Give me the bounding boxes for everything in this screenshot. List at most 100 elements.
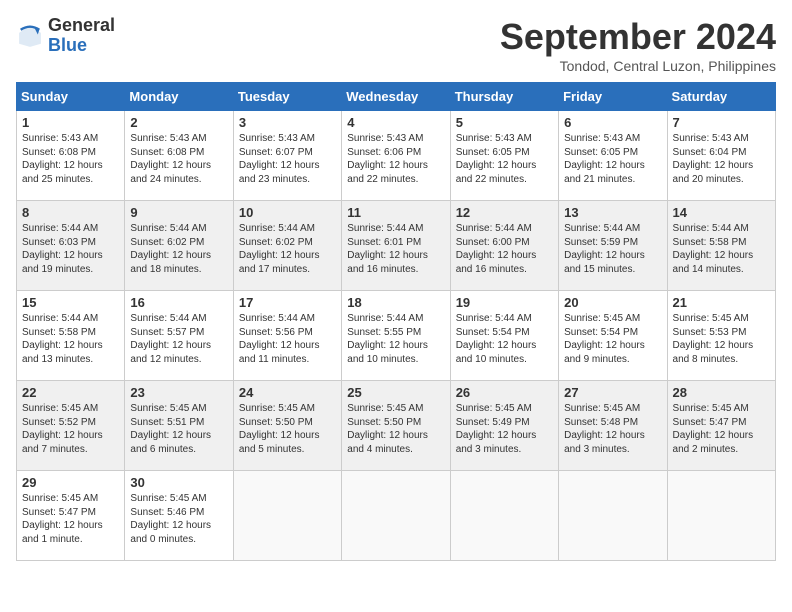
calendar-cell: 14Sunrise: 5:44 AM Sunset: 5:58 PM Dayli… xyxy=(667,201,775,291)
calendar-cell: 6Sunrise: 5:43 AM Sunset: 6:05 PM Daylig… xyxy=(559,111,667,201)
day-info: Sunrise: 5:44 AM Sunset: 5:56 PM Dayligh… xyxy=(239,312,336,366)
day-number: 24 xyxy=(239,385,336,400)
calendar-cell: 24 Sunrise: 5:45 AM Sunset: 5:50 PM Dayli… xyxy=(233,381,341,471)
day-number: 18 xyxy=(347,295,444,310)
day-info: Sunrise: 5:45 AM Sunset: 5:52 PM Dayligh… xyxy=(22,402,119,456)
day-info: Sunrise: 5:44 AM Sunset: 5:57 PM Dayligh… xyxy=(130,312,227,366)
calendar-header: Sunday Monday Tuesday Wednesday Thursday… xyxy=(17,83,776,111)
day-number: 29 xyxy=(22,475,119,490)
day-number: 19 xyxy=(456,295,553,310)
day-info: Sunrise: 5:45 AM Sunset: 5:47 PM Dayligh… xyxy=(673,402,770,456)
day-info: Sunrise: 5:45 AM Sunset: 5:46 PM Dayligh… xyxy=(130,492,227,546)
calendar-cell: 15Sunrise: 5:44 AM Sunset: 5:58 PM Dayli… xyxy=(17,291,125,381)
day-number: 15 xyxy=(22,295,119,310)
day-number: 30 xyxy=(130,475,227,490)
logo: General Blue xyxy=(16,16,115,56)
calendar-row: 22 Sunrise: 5:45 AM Sunset: 5:52 PM Dayli… xyxy=(17,381,776,471)
day-info: Sunrise: 5:45 AM Sunset: 5:54 PM Dayligh… xyxy=(564,312,661,366)
calendar-cell: 8 Sunrise: 5:44 AM Sunset: 6:03 PM Daylig… xyxy=(17,201,125,291)
calendar-cell: 22 Sunrise: 5:45 AM Sunset: 5:52 PM Dayli… xyxy=(17,381,125,471)
title-block: September 2024 Tondod, Central Luzon, Ph… xyxy=(500,16,776,74)
day-number: 5 xyxy=(456,115,553,130)
day-number: 21 xyxy=(673,295,770,310)
day-info: Sunrise: 5:43 AM Sunset: 6:05 PM Dayligh… xyxy=(564,132,661,186)
day-info: Sunrise: 5:43 AM Sunset: 6:04 PM Dayligh… xyxy=(673,132,770,186)
calendar-cell: 16 Sunrise: 5:44 AM Sunset: 5:57 PM Dayli… xyxy=(125,291,233,381)
day-number: 7 xyxy=(673,115,770,130)
calendar-body: 1Sunrise: 5:43 AM Sunset: 6:08 PM Daylig… xyxy=(17,111,776,561)
day-number: 2 xyxy=(130,115,227,130)
day-info: Sunrise: 5:45 AM Sunset: 5:53 PM Dayligh… xyxy=(673,312,770,366)
day-info: Sunrise: 5:45 AM Sunset: 5:47 PM Dayligh… xyxy=(22,492,119,546)
month-title: September 2024 xyxy=(500,16,776,58)
calendar-cell xyxy=(233,471,341,561)
calendar-row: 8 Sunrise: 5:44 AM Sunset: 6:03 PM Daylig… xyxy=(17,201,776,291)
day-number: 23 xyxy=(130,385,227,400)
day-info: Sunrise: 5:45 AM Sunset: 5:50 PM Dayligh… xyxy=(347,402,444,456)
calendar-row: 1Sunrise: 5:43 AM Sunset: 6:08 PM Daylig… xyxy=(17,111,776,201)
day-number: 25 xyxy=(347,385,444,400)
day-info: Sunrise: 5:43 AM Sunset: 6:08 PM Dayligh… xyxy=(130,132,227,186)
day-number: 20 xyxy=(564,295,661,310)
day-number: 22 xyxy=(22,385,119,400)
header-friday: Friday xyxy=(559,83,667,111)
calendar-cell xyxy=(450,471,558,561)
day-info: Sunrise: 5:43 AM Sunset: 6:06 PM Dayligh… xyxy=(347,132,444,186)
calendar-cell: 26 Sunrise: 5:45 AM Sunset: 5:49 PM Dayli… xyxy=(450,381,558,471)
calendar-cell: 7 Sunrise: 5:43 AM Sunset: 6:04 PM Daylig… xyxy=(667,111,775,201)
location: Tondod, Central Luzon, Philippines xyxy=(500,58,776,74)
day-info: Sunrise: 5:45 AM Sunset: 5:51 PM Dayligh… xyxy=(130,402,227,456)
calendar-cell xyxy=(667,471,775,561)
calendar-cell: 4Sunrise: 5:43 AM Sunset: 6:06 PM Daylig… xyxy=(342,111,450,201)
calendar-cell: 3 Sunrise: 5:43 AM Sunset: 6:07 PM Daylig… xyxy=(233,111,341,201)
logo-text: General Blue xyxy=(48,16,115,56)
day-info: Sunrise: 5:45 AM Sunset: 5:49 PM Dayligh… xyxy=(456,402,553,456)
day-info: Sunrise: 5:44 AM Sunset: 6:00 PM Dayligh… xyxy=(456,222,553,276)
day-info: Sunrise: 5:44 AM Sunset: 5:59 PM Dayligh… xyxy=(564,222,661,276)
day-info: Sunrise: 5:44 AM Sunset: 6:02 PM Dayligh… xyxy=(130,222,227,276)
day-number: 27 xyxy=(564,385,661,400)
day-number: 9 xyxy=(130,205,227,220)
calendar-cell: 1Sunrise: 5:43 AM Sunset: 6:08 PM Daylig… xyxy=(17,111,125,201)
day-number: 16 xyxy=(130,295,227,310)
calendar-cell: 28 Sunrise: 5:45 AM Sunset: 5:47 PM Dayli… xyxy=(667,381,775,471)
calendar-row: 29 Sunrise: 5:45 AM Sunset: 5:47 PM Dayli… xyxy=(17,471,776,561)
day-info: Sunrise: 5:44 AM Sunset: 5:55 PM Dayligh… xyxy=(347,312,444,366)
header-saturday: Saturday xyxy=(667,83,775,111)
day-info: Sunrise: 5:44 AM Sunset: 6:01 PM Dayligh… xyxy=(347,222,444,276)
calendar-cell: 30 Sunrise: 5:45 AM Sunset: 5:46 PM Dayli… xyxy=(125,471,233,561)
header-wednesday: Wednesday xyxy=(342,83,450,111)
calendar-cell: 12Sunrise: 5:44 AM Sunset: 6:00 PM Dayli… xyxy=(450,201,558,291)
day-info: Sunrise: 5:43 AM Sunset: 6:08 PM Dayligh… xyxy=(22,132,119,186)
calendar-table: Sunday Monday Tuesday Wednesday Thursday… xyxy=(16,82,776,561)
calendar-cell: 10 Sunrise: 5:44 AM Sunset: 6:02 PM Dayli… xyxy=(233,201,341,291)
day-info: Sunrise: 5:43 AM Sunset: 6:07 PM Dayligh… xyxy=(239,132,336,186)
logo-blue: Blue xyxy=(48,36,115,56)
day-number: 28 xyxy=(673,385,770,400)
header-tuesday: Tuesday xyxy=(233,83,341,111)
day-info: Sunrise: 5:44 AM Sunset: 6:02 PM Dayligh… xyxy=(239,222,336,276)
calendar-cell: 29 Sunrise: 5:45 AM Sunset: 5:47 PM Dayli… xyxy=(17,471,125,561)
calendar-cell: 23 Sunrise: 5:45 AM Sunset: 5:51 PM Dayli… xyxy=(125,381,233,471)
day-info: Sunrise: 5:44 AM Sunset: 6:03 PM Dayligh… xyxy=(22,222,119,276)
calendar-cell: 17Sunrise: 5:44 AM Sunset: 5:56 PM Dayli… xyxy=(233,291,341,381)
calendar-cell: 27Sunrise: 5:45 AM Sunset: 5:48 PM Dayli… xyxy=(559,381,667,471)
header-thursday: Thursday xyxy=(450,83,558,111)
calendar-cell: 2 Sunrise: 5:43 AM Sunset: 6:08 PM Daylig… xyxy=(125,111,233,201)
day-number: 8 xyxy=(22,205,119,220)
header-row: Sunday Monday Tuesday Wednesday Thursday… xyxy=(17,83,776,111)
calendar-row: 15Sunrise: 5:44 AM Sunset: 5:58 PM Dayli… xyxy=(17,291,776,381)
calendar-cell xyxy=(559,471,667,561)
page-header: General Blue September 2024 Tondod, Cent… xyxy=(16,16,776,74)
calendar-cell: 5Sunrise: 5:43 AM Sunset: 6:05 PM Daylig… xyxy=(450,111,558,201)
calendar-cell xyxy=(342,471,450,561)
logo-general: General xyxy=(48,16,115,36)
calendar-cell: 9 Sunrise: 5:44 AM Sunset: 6:02 PM Daylig… xyxy=(125,201,233,291)
calendar-cell: 25 Sunrise: 5:45 AM Sunset: 5:50 PM Dayli… xyxy=(342,381,450,471)
logo-icon xyxy=(16,22,44,50)
day-info: Sunrise: 5:45 AM Sunset: 5:50 PM Dayligh… xyxy=(239,402,336,456)
day-number: 10 xyxy=(239,205,336,220)
calendar-cell: 18 Sunrise: 5:44 AM Sunset: 5:55 PM Dayli… xyxy=(342,291,450,381)
day-number: 26 xyxy=(456,385,553,400)
day-number: 3 xyxy=(239,115,336,130)
